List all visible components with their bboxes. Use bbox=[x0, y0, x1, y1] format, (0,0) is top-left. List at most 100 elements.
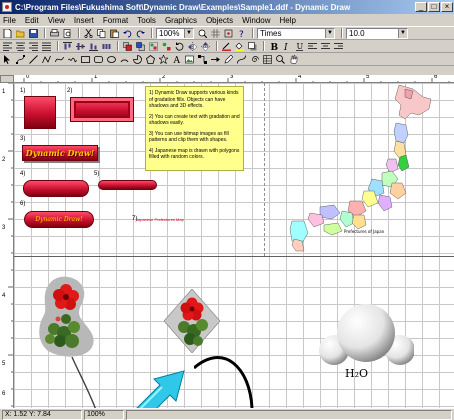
sticky-note[interactable]: 1) Dynamic Draw supports various kinds o… bbox=[145, 86, 244, 171]
small-caption: Japanese Prefectures Map bbox=[136, 217, 184, 222]
curve-tool-icon[interactable] bbox=[54, 54, 65, 65]
flip-horizontal-icon[interactable] bbox=[187, 41, 198, 52]
node-edit-icon[interactable] bbox=[15, 54, 26, 65]
redo-icon[interactable] bbox=[135, 28, 146, 39]
menu-objects[interactable]: Objects bbox=[206, 16, 233, 25]
menu-insert[interactable]: Insert bbox=[74, 16, 94, 25]
menu-graphics[interactable]: Graphics bbox=[165, 16, 197, 25]
bring-front-icon[interactable] bbox=[122, 41, 133, 52]
drawing-canvas[interactable]: 1) 2) 3) 4) 5) 6) 7) Dynamic Draw! Dynam… bbox=[14, 83, 454, 408]
group-icon[interactable] bbox=[148, 41, 159, 52]
close-button[interactable]: × bbox=[441, 2, 453, 12]
standard-toolbar: 100% ▼ ? Times ▼ 10.0 ▼ bbox=[0, 27, 454, 40]
text-center-icon[interactable] bbox=[320, 41, 331, 52]
shape-number-label: 6) bbox=[20, 201, 26, 207]
polygon-tool-icon[interactable] bbox=[145, 54, 156, 65]
ellipse-tool-icon[interactable] bbox=[106, 54, 117, 65]
spiral-tool-icon[interactable] bbox=[249, 54, 260, 65]
align-left-icon[interactable] bbox=[2, 41, 13, 52]
print-preview-icon[interactable] bbox=[62, 28, 73, 39]
new-file-icon[interactable] bbox=[2, 28, 13, 39]
menu-view[interactable]: View bbox=[48, 16, 65, 25]
hibiscus-blob-image[interactable] bbox=[36, 275, 98, 357]
rounded-pill-shape[interactable] bbox=[23, 180, 89, 197]
star-tool-icon[interactable] bbox=[158, 54, 169, 65]
shape-number-label: 5) bbox=[94, 171, 100, 177]
connector-tool-icon[interactable] bbox=[197, 54, 208, 65]
save-icon[interactable] bbox=[28, 28, 39, 39]
text-tool-icon[interactable]: A bbox=[171, 54, 182, 65]
align-bottom-icon[interactable] bbox=[88, 41, 99, 52]
beveled-rectangle-shape[interactable] bbox=[70, 97, 134, 122]
polyline-tool-icon[interactable] bbox=[41, 54, 52, 65]
zoom-select[interactable]: 100% ▼ bbox=[156, 27, 194, 39]
align-center-icon[interactable] bbox=[15, 41, 26, 52]
flip-vertical-icon[interactable] bbox=[200, 41, 211, 52]
toolbar-separator bbox=[341, 28, 343, 38]
thin-curve-line[interactable] bbox=[70, 355, 100, 408]
snap-icon[interactable] bbox=[223, 28, 234, 39]
text-pill-shape[interactable]: Dynamic Draw! bbox=[24, 211, 94, 228]
bold-icon[interactable]: B bbox=[268, 41, 279, 52]
maximize-button[interactable]: □ bbox=[428, 2, 440, 12]
send-back-icon[interactable] bbox=[135, 41, 146, 52]
zoom-tool-icon[interactable] bbox=[275, 54, 286, 65]
image-tool-icon[interactable] bbox=[184, 54, 195, 65]
distribute-icon[interactable] bbox=[101, 41, 112, 52]
italic-icon[interactable]: I bbox=[281, 41, 292, 52]
ungroup-icon[interactable] bbox=[161, 41, 172, 52]
freehand-tool-icon[interactable] bbox=[67, 54, 78, 65]
horizontal-ruler[interactable]: 0 1 2 3 4 5 6 bbox=[14, 75, 454, 83]
vertical-ruler[interactable]: 1 2 3 4 5 6 bbox=[0, 83, 14, 408]
open-folder-icon[interactable] bbox=[15, 28, 26, 39]
select-arrow-icon[interactable] bbox=[2, 54, 13, 65]
undo-icon[interactable] bbox=[122, 28, 133, 39]
minimize-button[interactable]: _ bbox=[415, 2, 427, 12]
bezier-tool-icon[interactable] bbox=[236, 54, 247, 65]
font-size-select[interactable]: 10.0 ▼ bbox=[346, 27, 408, 39]
pill-text: Dynamic Draw! bbox=[35, 216, 83, 223]
pen-tool-icon[interactable] bbox=[223, 54, 234, 65]
help-icon[interactable]: ? bbox=[236, 28, 247, 39]
gradient-square-shape[interactable] bbox=[24, 96, 56, 129]
text-left-icon[interactable] bbox=[307, 41, 318, 52]
japan-map[interactable]: Prefectures of Japan bbox=[284, 83, 434, 253]
black-curve-line[interactable] bbox=[194, 338, 264, 408]
menu-tools[interactable]: Tools bbox=[137, 16, 156, 25]
arrow-tool-icon[interactable] bbox=[210, 54, 221, 65]
print-icon[interactable] bbox=[49, 28, 60, 39]
menu-window[interactable]: Window bbox=[242, 16, 270, 25]
rectangle-tool-icon[interactable] bbox=[80, 54, 91, 65]
text-right-icon[interactable] bbox=[333, 41, 344, 52]
underline-icon[interactable]: U bbox=[294, 41, 305, 52]
shadow-icon[interactable] bbox=[247, 41, 258, 52]
grid-icon[interactable] bbox=[210, 28, 221, 39]
app-icon[interactable] bbox=[2, 2, 12, 12]
font-name-select[interactable]: Times ▼ bbox=[257, 27, 335, 39]
menu-format[interactable]: Format bbox=[103, 16, 128, 25]
arc-tool-icon[interactable] bbox=[119, 54, 130, 65]
align-right-icon[interactable] bbox=[28, 41, 39, 52]
copy-icon[interactable] bbox=[96, 28, 107, 39]
cyan-arrow-shape[interactable] bbox=[132, 351, 190, 408]
zoom-in-icon[interactable] bbox=[197, 28, 208, 39]
cut-icon[interactable] bbox=[83, 28, 94, 39]
pie-tool-icon[interactable] bbox=[132, 54, 143, 65]
rounded-rect-tool-icon[interactable] bbox=[93, 54, 104, 65]
align-middle-icon[interactable] bbox=[75, 41, 86, 52]
menu-edit[interactable]: Edit bbox=[25, 16, 39, 25]
format-toolbar: B I U bbox=[0, 40, 454, 53]
align-top-icon[interactable] bbox=[62, 41, 73, 52]
menu-file[interactable]: File bbox=[3, 16, 16, 25]
justify-icon[interactable] bbox=[41, 41, 52, 52]
fill-color-icon[interactable] bbox=[234, 41, 245, 52]
rotate-icon[interactable] bbox=[174, 41, 185, 52]
line-tool-icon[interactable] bbox=[28, 54, 39, 65]
hand-tool-icon[interactable] bbox=[288, 54, 299, 65]
menu-help[interactable]: Help bbox=[280, 16, 296, 25]
paste-icon[interactable] bbox=[109, 28, 120, 39]
text-banner-shape[interactable]: Dynamic Draw! bbox=[22, 145, 98, 161]
thin-pill-shape[interactable] bbox=[98, 180, 157, 190]
line-color-icon[interactable] bbox=[221, 41, 232, 52]
table-tool-icon[interactable] bbox=[262, 54, 273, 65]
